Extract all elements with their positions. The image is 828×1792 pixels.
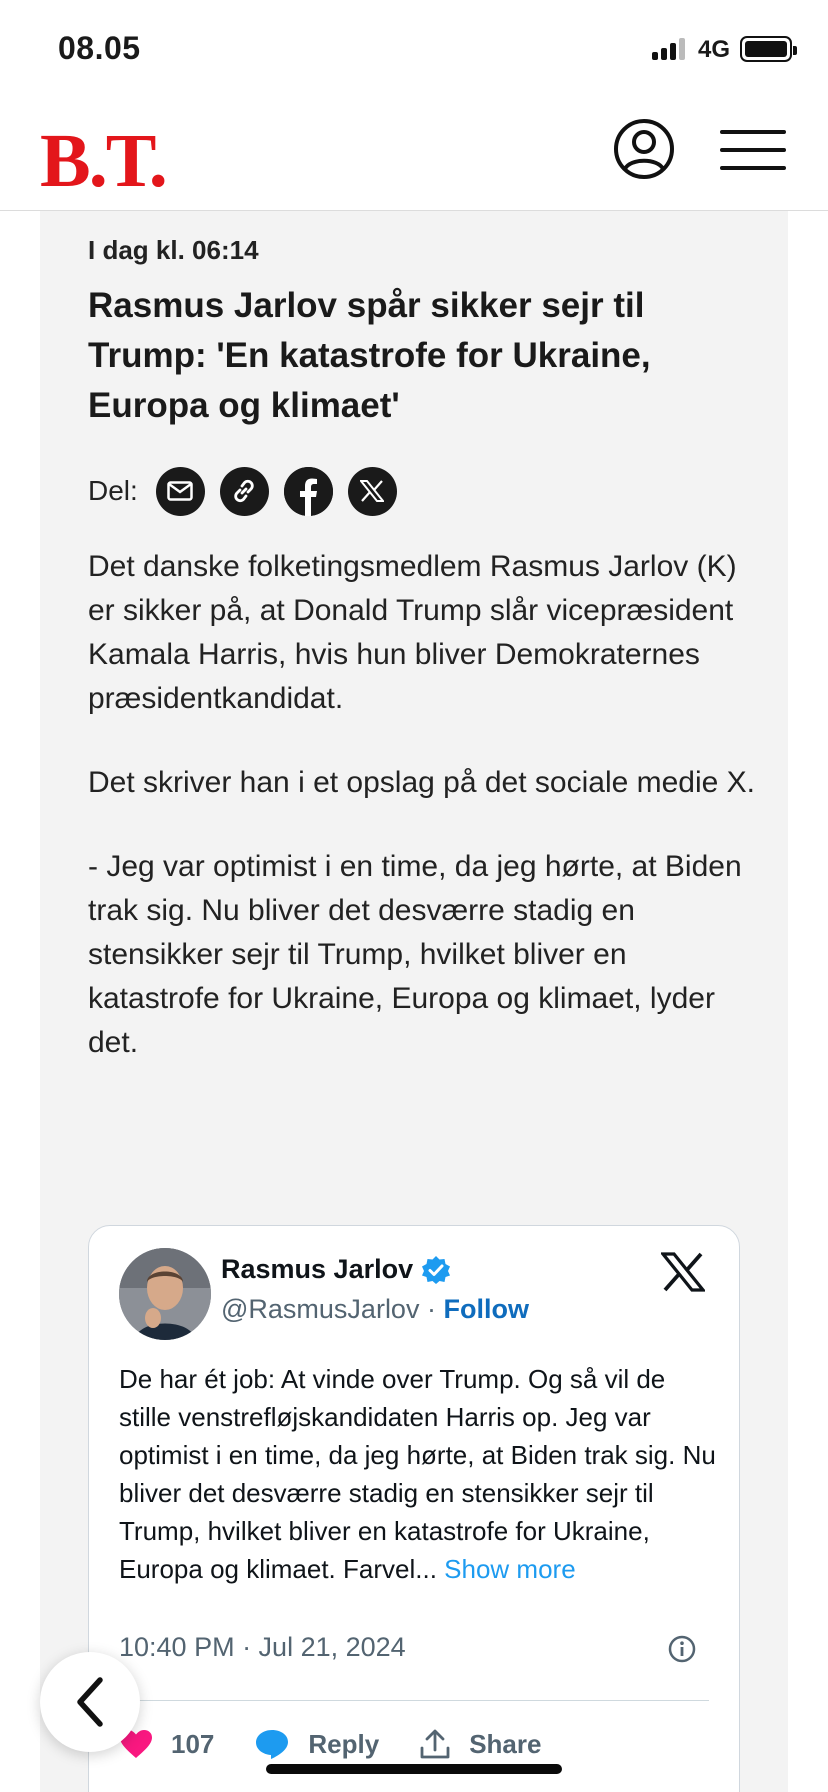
facebook-icon[interactable] <box>283 466 333 516</box>
article-paragraph: Det skriver han i et opslag på det socia… <box>88 766 756 799</box>
link-icon[interactable] <box>219 466 269 516</box>
tweet-embed[interactable]: Rasmus Jarlov @RasmusJarlov · Follow De … <box>88 1225 740 1792</box>
article-timestamp: I dag kl. 06:14 <box>88 235 259 265</box>
reply-label: Reply <box>308 1728 380 1759</box>
share-row: Del: <box>88 466 412 516</box>
like-count: 107 <box>171 1728 215 1759</box>
tweet-handle[interactable]: @RasmusJarlov <box>221 1294 419 1324</box>
article-body: Det danske folketingsmedlem Rasmus Jarlo… <box>88 545 758 1105</box>
speech-bubble-icon <box>256 1730 289 1759</box>
tweet-author-label: Rasmus Jarlov <box>221 1254 414 1284</box>
x-icon[interactable] <box>347 466 397 516</box>
verified-icon <box>422 1255 451 1284</box>
signal-icon <box>652 38 685 60</box>
back-button[interactable] <box>40 1652 140 1752</box>
share-label-tweet: Share <box>469 1728 542 1759</box>
tweet-body: De har ét job: At vinde over Trump. Og s… <box>119 1364 716 1584</box>
divider <box>119 1700 709 1701</box>
show-more-link[interactable]: Show more <box>444 1554 576 1584</box>
article-headline: Rasmus Jarlov spår sikker sejr til Trump… <box>88 286 651 425</box>
like-button[interactable]: 107 <box>119 1729 214 1760</box>
network-type: 4G <box>698 36 731 63</box>
status-time: 08.05 <box>58 30 141 66</box>
battery-icon <box>740 36 797 62</box>
chevron-left-icon <box>77 1677 103 1727</box>
mail-icon[interactable] <box>155 466 205 516</box>
separator: · <box>426 1294 436 1324</box>
status-bar: 08.05 4G <box>0 0 828 100</box>
avatar[interactable] <box>119 1248 211 1340</box>
article-paragraph: - Jeg var optimist i en time, da jeg hør… <box>88 850 742 1059</box>
article-paragraph: Det danske folketingsmedlem Rasmus Jarlo… <box>88 550 737 715</box>
menu-icon[interactable] <box>720 130 786 170</box>
share-button[interactable]: Share <box>419 1728 541 1760</box>
info-icon[interactable] <box>667 1634 697 1664</box>
follow-button[interactable]: Follow <box>443 1294 528 1324</box>
tweet-timestamp[interactable]: 10:40 PM · Jul 21, 2024 <box>119 1632 406 1663</box>
share-label: Del: <box>88 475 138 506</box>
article: I dag kl. 06:14 Rasmus Jarlov spår sikke… <box>40 211 788 1792</box>
x-logo-icon[interactable] <box>659 1252 707 1292</box>
bt-logo[interactable]: B.T. <box>40 116 168 206</box>
home-indicator[interactable] <box>266 1764 562 1774</box>
site-header: B.T. <box>0 100 828 211</box>
tweet-handle-row: @RasmusJarlov · Follow <box>221 1294 529 1325</box>
tweet-text: De har ét job: At vinde over Trump. Og s… <box>119 1360 719 1588</box>
upload-icon <box>420 1729 450 1759</box>
tweet-actions: 107 Reply Share <box>119 1724 709 1764</box>
reply-button[interactable]: Reply <box>254 1728 379 1760</box>
profile-icon[interactable] <box>613 118 675 180</box>
tweet-author-name[interactable]: Rasmus Jarlov <box>221 1254 451 1285</box>
